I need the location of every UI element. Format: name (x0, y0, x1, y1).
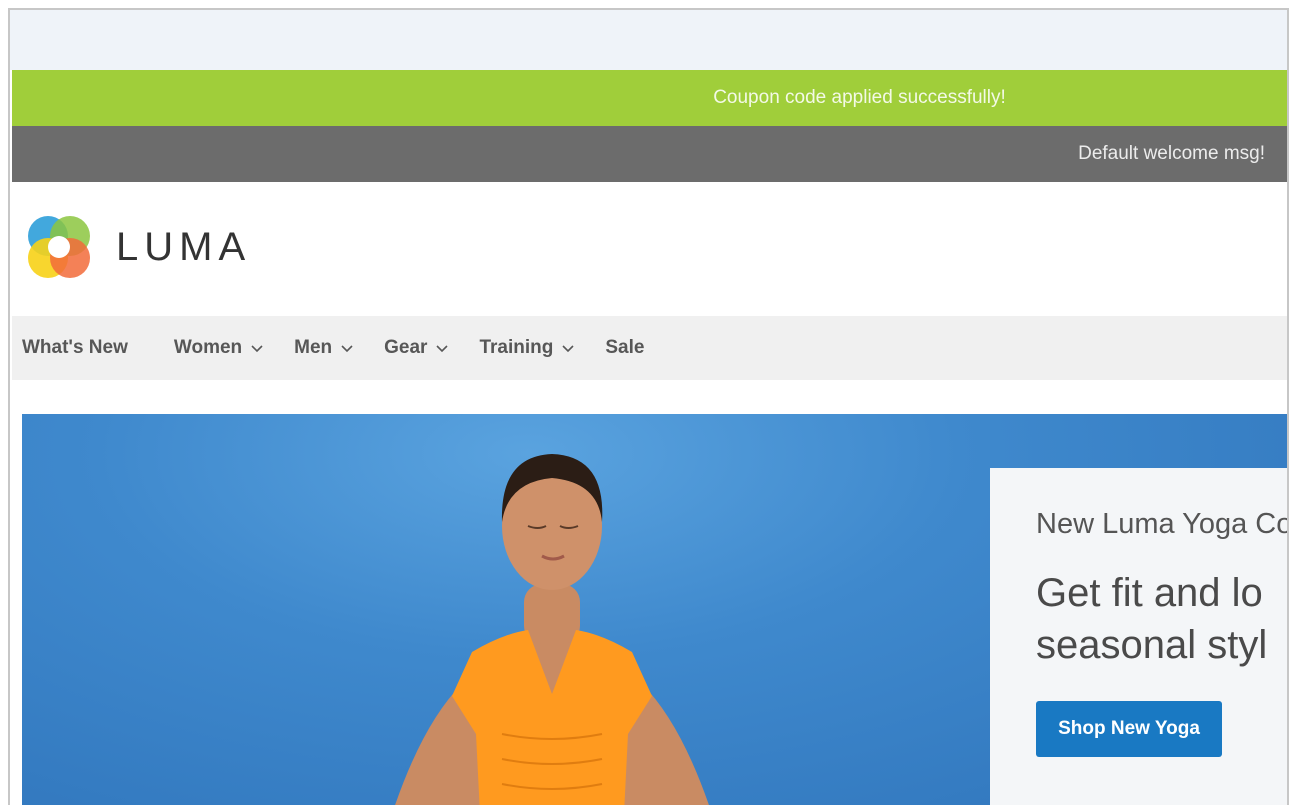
nav-item-label: What's New (22, 337, 128, 358)
main-navigation: What's New Women Men Gear Training Sale (12, 316, 1287, 380)
hero-headline-line: Get fit and lo (1036, 571, 1263, 615)
logo-link[interactable]: LUMA (24, 212, 251, 282)
welcome-message: Default welcome msg! (1078, 143, 1265, 164)
hero-promo-card: New Luma Yoga Co Get fit and lo seasonal… (990, 468, 1287, 805)
yoga-model-image (395, 454, 709, 805)
luma-logo-icon (28, 216, 90, 278)
nav-item-label: Women (173, 337, 243, 358)
nav-item-gear[interactable]: Gear (384, 337, 449, 359)
hero-headline: Get fit and lo seasonal styl (1036, 567, 1287, 671)
nav-item-label: Sale (605, 337, 645, 358)
chevron-down-icon (436, 345, 449, 353)
site-header: LUMA (12, 182, 1287, 316)
success-message-text: Coupon code applied successfully! (713, 87, 1006, 108)
hero-banner[interactable]: New Luma Yoga Co Get fit and lo seasonal… (22, 414, 1287, 805)
chevron-down-icon (562, 345, 574, 353)
nav-item-label: Training (479, 337, 554, 358)
success-message: Coupon code applied successfully! (12, 70, 1287, 126)
nav-item-training[interactable]: Training (479, 337, 575, 359)
chevron-down-icon (341, 345, 353, 353)
panel-header: Default welcome msg! (12, 126, 1287, 182)
hero-headline-line: seasonal styl (1036, 623, 1268, 667)
nav-item-sale[interactable]: Sale (605, 337, 644, 359)
nav-item-men[interactable]: Men (294, 337, 354, 359)
top-strip (10, 10, 1287, 70)
logo-text: LUMA (116, 224, 252, 269)
shop-new-yoga-button[interactable]: Shop New Yoga (1036, 701, 1222, 757)
nav-item-women[interactable]: Women (174, 337, 264, 359)
hero-eyebrow: New Luma Yoga Co (1036, 508, 1287, 540)
nav-item-label: Men (294, 337, 333, 358)
browser-viewport: Coupon code applied successfully! Defaul… (8, 8, 1289, 805)
nav-item-label: Gear (384, 337, 428, 358)
nav-item-whats-new[interactable]: What's New (22, 337, 128, 359)
chevron-down-icon (251, 345, 263, 353)
